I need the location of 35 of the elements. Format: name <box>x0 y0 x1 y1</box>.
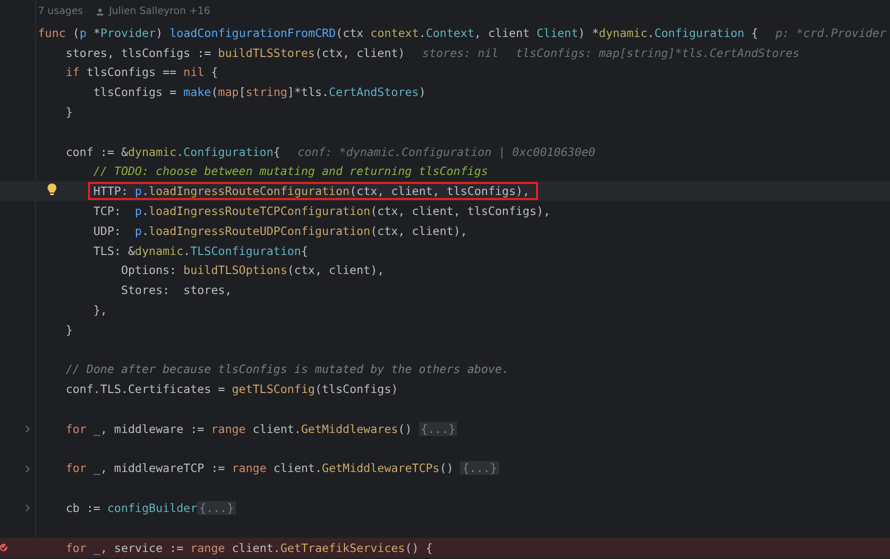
code-line: Options: buildTLSOptions(ctx, client), <box>121 263 384 278</box>
lightbulb-icon[interactable] <box>47 183 57 198</box>
code-line: } <box>66 322 73 337</box>
code-line: // Done after because tlsConfigs is mutated by the others above. <box>66 362 509 376</box>
usages-count[interactable]: 7 usages <box>38 6 83 17</box>
folded-code-placeholder[interactable]: {...} <box>197 501 236 516</box>
code-line: // TODO: choose between mutating and returning tlsConfigs <box>93 164 488 178</box>
code-line: UDP: p.loadIngressRouteUDPConfiguration(ctx, client), <box>93 224 468 238</box>
code-line: for _, middleware := range client.GetMiddlewares() <box>66 422 413 436</box>
code-line: Stores: stores, <box>121 283 232 298</box>
inlay-hint: tlsConfigs: map[string]*tls.CertAndStores <box>516 46 800 60</box>
code-line: if tlsConfigs == nil { <box>66 65 218 80</box>
code-line: cb := configBuilder <box>66 501 198 516</box>
code-line: TLS: &dynamic.TLSConfiguration{ <box>93 244 308 258</box>
code-line: func (p *Provider) loadConfigurationFromCRD(ctx context.Context, client Client) *dynamic.Configuration { <box>38 26 758 40</box>
code-line: } <box>66 105 73 120</box>
inlay-hint: stores: nil <box>422 46 498 60</box>
folded-code-placeholder[interactable]: {...} <box>460 461 499 476</box>
author-label[interactable]: Julien Salleyron +16 <box>108 6 210 17</box>
code-line: conf := &dynamic.Configuration{ <box>66 144 280 159</box>
code-line: stores, tlsConfigs := buildTLSStores(ctx, client) <box>66 46 405 60</box>
inlay-hint: conf: *dynamic.Configuration | 0xc0010630e0 <box>298 144 596 159</box>
fold-chevron-icon[interactable] <box>25 424 30 433</box>
fold-chevron-icon[interactable] <box>25 504 30 512</box>
inlay-hint: p: *crd.Provider <box>776 26 886 40</box>
code-line: }, <box>93 303 108 318</box>
folded-code-placeholder[interactable]: {...} <box>418 422 458 436</box>
code-line: for _, middlewareTCP := range client.GetMiddlewareTCPs() <box>66 461 454 476</box>
code-line: for _, service := range client.GetTraefikServices() { <box>66 540 433 555</box>
fold-chevron-icon[interactable] <box>25 464 30 473</box>
breakpoint-icon[interactable] <box>0 542 9 553</box>
code-line: TCP: p.loadIngressRouteTCPConfiguration(ctx, client, tlsConfigs), <box>93 204 550 218</box>
code-line: conf.TLS.Certificates = getTLSConfig(tlsConfigs) <box>66 382 398 396</box>
code-line: tlsConfigs = make(map[string]*tls.CertAndStores) <box>93 85 426 100</box>
person-icon <box>96 8 104 16</box>
